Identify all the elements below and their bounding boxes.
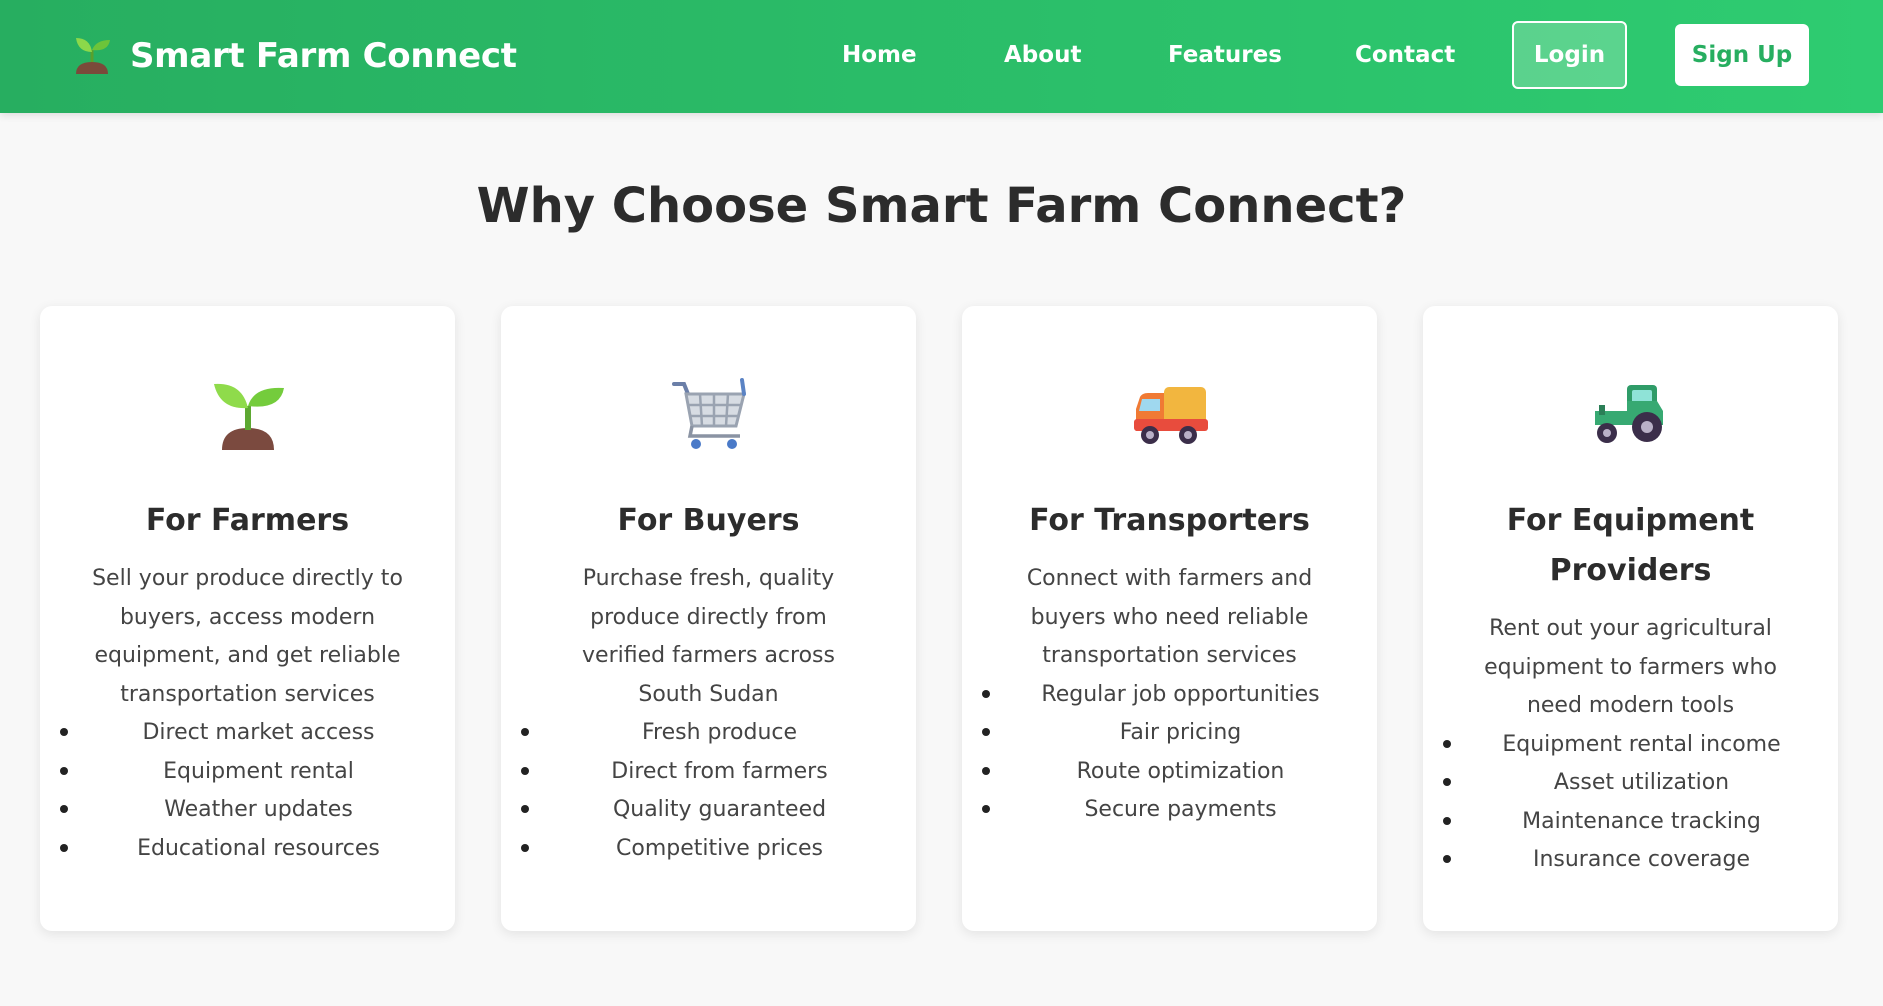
tractor-icon — [1423, 374, 1838, 454]
card-buyers: For Buyers Purchase fresh, quality produ… — [501, 306, 916, 931]
card-farmers: For Farmers Sell your produce directly t… — [40, 306, 455, 931]
card-equipment-providers: For Equipment Providers Rent out your ag… — [1423, 306, 1838, 931]
top-navbar: Smart Farm Connect Home About Features C… — [0, 0, 1883, 113]
signup-button[interactable]: Sign Up — [1675, 24, 1809, 86]
nav-features[interactable]: Features — [1168, 42, 1282, 68]
card-body: For Farmers Sell your produce directly t… — [40, 496, 455, 868]
list-item: Fresh produce — [519, 714, 898, 753]
page: Smart Farm Connect Home About Features C… — [0, 0, 1883, 1006]
card-body: For Buyers Purchase fresh, quality produ… — [501, 496, 916, 868]
feature-list: Direct market access Equipment rental We… — [58, 714, 437, 868]
list-item: Route optimization — [980, 753, 1359, 792]
card-body: For Equipment Providers Rent out your ag… — [1423, 496, 1838, 880]
nav-about[interactable]: About — [1004, 42, 1081, 68]
seedling-icon — [72, 32, 112, 80]
nav-contact[interactable]: Contact — [1355, 42, 1455, 68]
list-item: Weather updates — [58, 791, 437, 830]
card-description: Rent out your agricultural equipment to … — [1484, 616, 1777, 718]
list-item: Insurance coverage — [1441, 841, 1820, 880]
nav-home[interactable]: Home — [842, 42, 917, 68]
list-item: Secure payments — [980, 791, 1359, 830]
feature-list: Equipment rental income Asset utilizatio… — [1441, 726, 1820, 880]
delivery-truck-icon — [962, 374, 1377, 454]
section-title: Why Choose Smart Farm Connect? — [476, 178, 1407, 234]
card-title: For Equipment Providers — [1506, 503, 1755, 588]
seedling-icon — [40, 374, 455, 454]
list-item: Competitive prices — [519, 830, 898, 869]
feature-list: Regular job opportunities Fair pricing R… — [980, 676, 1359, 830]
list-item: Maintenance tracking — [1441, 803, 1820, 842]
card-title: For Buyers — [617, 503, 800, 538]
list-item: Asset utilization — [1441, 764, 1820, 803]
card-title: For Farmers — [145, 503, 350, 538]
login-button[interactable]: Login — [1512, 21, 1627, 89]
list-item: Educational resources — [58, 830, 437, 869]
card-description: Sell your produce directly to buyers, ac… — [92, 566, 403, 707]
list-item: Equipment rental income — [1441, 726, 1820, 765]
list-item: Quality guaranteed — [519, 791, 898, 830]
card-description: Connect with farmers and buyers who need… — [1026, 566, 1313, 668]
card-body: For Transporters Connect with farmers an… — [962, 496, 1377, 830]
list-item: Equipment rental — [58, 753, 437, 792]
list-item: Fair pricing — [980, 714, 1359, 753]
shopping-cart-icon — [501, 374, 916, 454]
list-item: Direct market access — [58, 714, 437, 753]
brand-name: Smart Farm Connect — [130, 36, 517, 76]
feature-list: Fresh produce Direct from farmers Qualit… — [519, 714, 898, 868]
list-item: Regular job opportunities — [980, 676, 1359, 715]
card-description: Purchase fresh, quality produce directly… — [582, 566, 835, 707]
card-transporters: For Transporters Connect with farmers an… — [962, 306, 1377, 931]
card-title: For Transporters — [1029, 503, 1310, 538]
brand[interactable]: Smart Farm Connect — [72, 32, 517, 80]
list-item: Direct from farmers — [519, 753, 898, 792]
